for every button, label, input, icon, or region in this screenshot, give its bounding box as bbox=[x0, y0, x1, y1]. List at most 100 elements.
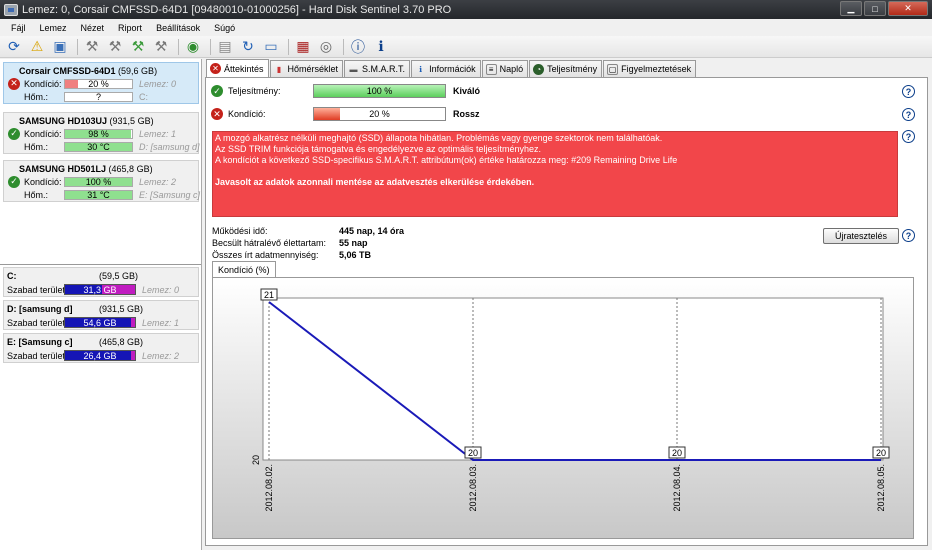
volume-name: D: [samsung d] bbox=[7, 304, 73, 314]
health-label: Kondíció: bbox=[228, 109, 266, 119]
volume-size: (931,5 GB) bbox=[99, 304, 144, 314]
free-space-bar: 54,6 GB bbox=[64, 317, 136, 328]
close-button[interactable]: ✕ bbox=[888, 1, 928, 16]
data-label: 20 bbox=[468, 448, 478, 458]
volume-size: (59,5 GB) bbox=[99, 271, 139, 281]
maximize-button[interactable]: □ bbox=[864, 1, 886, 16]
help-icon[interactable]: ? bbox=[902, 85, 915, 98]
tool-icon[interactable]: ⚒ bbox=[151, 37, 171, 57]
tab-overview[interactable]: ✕ Áttekintés bbox=[206, 59, 269, 77]
performance-word: Kiváló bbox=[453, 86, 481, 96]
x-tick-label: 2012.08.05. bbox=[876, 464, 886, 512]
x-tick-label: 2012.08.04. bbox=[672, 464, 682, 512]
volume-name: E: [Samsung c] bbox=[7, 337, 73, 347]
retest-button[interactable]: Újratesztelés bbox=[823, 228, 899, 244]
health-bar: 100 % bbox=[64, 176, 133, 187]
window-title: Lemez: 0, Corsair CMFSSD-64D1 [09480010-… bbox=[22, 3, 452, 16]
chart-svg: 2012.08.02. 2012.08.03. 2012.08.04. 2012.08… bbox=[213, 278, 913, 538]
thermometer-icon: ▮ bbox=[276, 64, 282, 74]
disk-index: Lemez: 1 bbox=[139, 128, 177, 139]
globe-icon[interactable]: ◉ bbox=[183, 37, 203, 57]
health-bar: 20 % bbox=[64, 78, 133, 89]
disk-index: Lemez: 2 bbox=[139, 176, 177, 187]
menu-file[interactable]: Fájl bbox=[4, 23, 33, 33]
menu-help[interactable]: Súgó bbox=[207, 23, 242, 33]
disk-icon[interactable]: ▣ bbox=[50, 37, 70, 57]
menu-settings[interactable]: Beállítások bbox=[149, 23, 207, 33]
health-value: 100 % bbox=[85, 176, 112, 187]
menu-view[interactable]: Nézet bbox=[74, 23, 112, 33]
volume-item[interactable]: E: [Samsung c] (465,8 GB) Szabad terület… bbox=[3, 333, 199, 363]
speaker-icon[interactable]: ◎ bbox=[316, 37, 336, 57]
tab-temperature[interactable]: ▮ Hőmérséklet bbox=[269, 60, 344, 77]
help-icon[interactable]: ⓘ bbox=[348, 37, 368, 57]
disk-item[interactable]: Corsair CMFSSD-64D1 (59,6 GB) ✕ Kondíció… bbox=[3, 62, 199, 104]
health-value: 20 % bbox=[88, 78, 109, 89]
help-icon[interactable]: ? bbox=[902, 229, 915, 242]
menu-bar: Fájl Lemez Nézet Riport Beállítások Súgó bbox=[0, 19, 932, 36]
chart-tab-health[interactable]: Kondíció (%) bbox=[212, 261, 276, 277]
tab-smart[interactable]: ▬ S.M.A.R.T. bbox=[344, 60, 411, 77]
overview-panel: ✓ Teljesítmény: 100 % Kiváló ? ✕ Kondíci… bbox=[205, 77, 928, 546]
tool-icon[interactable]: ⚒ bbox=[82, 37, 102, 57]
data-label: 20 bbox=[672, 448, 682, 458]
alert-recommendation: Javasolt az adatok azonnali mentése az a… bbox=[215, 177, 535, 187]
free-space-value: 26,4 GB bbox=[83, 351, 117, 361]
alerts-icon: ▢ bbox=[607, 63, 619, 75]
health-label: Kondíció: bbox=[24, 176, 62, 187]
minimize-button[interactable]: ▁ bbox=[840, 1, 862, 16]
tool-icon[interactable]: ⚒ bbox=[105, 37, 125, 57]
drive-letter: D: [samsung d] bbox=[139, 141, 200, 152]
help-icon[interactable]: ? bbox=[902, 130, 915, 143]
refresh-icon[interactable]: ⟳ bbox=[4, 37, 24, 57]
info-icon[interactable]: ℹ bbox=[371, 37, 391, 57]
alert-line: Az SSD TRIM funkciója támogatva és enged… bbox=[215, 144, 541, 154]
help-icon[interactable]: ? bbox=[902, 108, 915, 121]
menu-report[interactable]: Riport bbox=[111, 23, 149, 33]
free-space-label: Szabad terület bbox=[7, 285, 66, 295]
free-space-label: Szabad terület bbox=[7, 351, 66, 361]
uptime-value: 445 nap, 14 óra bbox=[339, 226, 405, 236]
tab-alerts[interactable]: ▢ Figyelmeztetések bbox=[603, 60, 697, 77]
health-value: 20 % bbox=[369, 109, 390, 119]
disk-name: SAMSUNG HD103UJ bbox=[19, 116, 108, 126]
tab-bar: ✕ Áttekintés ▮ Hőmérséklet ▬ S.M.A.R.T. ℹ In… bbox=[206, 59, 697, 77]
volume-item[interactable]: C: (59,5 GB) Szabad terület 31,3 GB Leme… bbox=[3, 267, 199, 297]
health-word: Rossz bbox=[453, 109, 480, 119]
health-bar: 20 % bbox=[313, 107, 446, 121]
chip-icon[interactable]: ▦ bbox=[293, 37, 313, 57]
disk-item[interactable]: SAMSUNG HD103UJ (931,5 GB) ✓ Kondíció: 9… bbox=[3, 112, 200, 154]
performance-icon: ◔ bbox=[533, 63, 545, 75]
smart-icon: ▬ bbox=[349, 64, 358, 74]
status-alert: A mozgó alkatrész nélküli meghajtó (SSD)… bbox=[212, 131, 898, 217]
free-space-value: 31,3 GB bbox=[83, 285, 117, 295]
disk-item[interactable]: SAMSUNG HD501LJ (465,8 GB) ✓ Kondíció: 1… bbox=[3, 160, 200, 202]
document-icon[interactable]: ▤ bbox=[215, 37, 235, 57]
free-space-value: 54,6 GB bbox=[83, 318, 117, 328]
refresh-doc-icon[interactable]: ↻ bbox=[238, 37, 258, 57]
info-icon: ℹ bbox=[419, 64, 423, 74]
toolbar: ⟳ ⚠ ▣ ⚒ ⚒ ⚒ ⚒ ◉ ▤ ↻ ▭ ▦ ◎ ⓘ ℹ bbox=[0, 36, 932, 58]
monitor-icon[interactable]: ▭ bbox=[261, 37, 281, 57]
menu-disk[interactable]: Lemez bbox=[33, 23, 74, 33]
temp-bar: 31 °C bbox=[64, 189, 133, 200]
tool-icon[interactable]: ⚒ bbox=[128, 37, 148, 57]
temp-label: Hőm.: bbox=[24, 91, 49, 102]
log-icon: ≡ bbox=[485, 63, 497, 75]
tab-log[interactable]: ≡ Napló bbox=[481, 60, 529, 77]
volume-name: C: bbox=[7, 271, 17, 281]
health-label: Kondíció: bbox=[24, 78, 62, 89]
total-written-value: 5,06 TB bbox=[339, 250, 372, 260]
disk-list-panel: Corsair CMFSSD-64D1 (59,6 GB) ✕ Kondíció… bbox=[0, 59, 202, 550]
disk-index: Lemez: 2 bbox=[142, 351, 180, 361]
tab-information[interactable]: ℹ Információk bbox=[411, 60, 481, 77]
tab-performance[interactable]: ◔ Teljesítmény bbox=[529, 60, 603, 77]
uptime-label: Működési idő: bbox=[212, 226, 268, 236]
temp-value: 31 °C bbox=[87, 189, 110, 200]
warning-icon[interactable]: ⚠ bbox=[27, 37, 47, 57]
health-chart: 2012.08.02. 2012.08.03. 2012.08.04. 2012.08… bbox=[212, 277, 914, 539]
alert-line: A mozgó alkatrész nélküli meghajtó (SSD)… bbox=[215, 133, 663, 143]
temp-value: 30 °C bbox=[87, 141, 110, 152]
volume-item[interactable]: D: [samsung d] (931,5 GB) Szabad terület… bbox=[3, 300, 199, 330]
disk-size: (465,8 GB) bbox=[108, 164, 153, 174]
